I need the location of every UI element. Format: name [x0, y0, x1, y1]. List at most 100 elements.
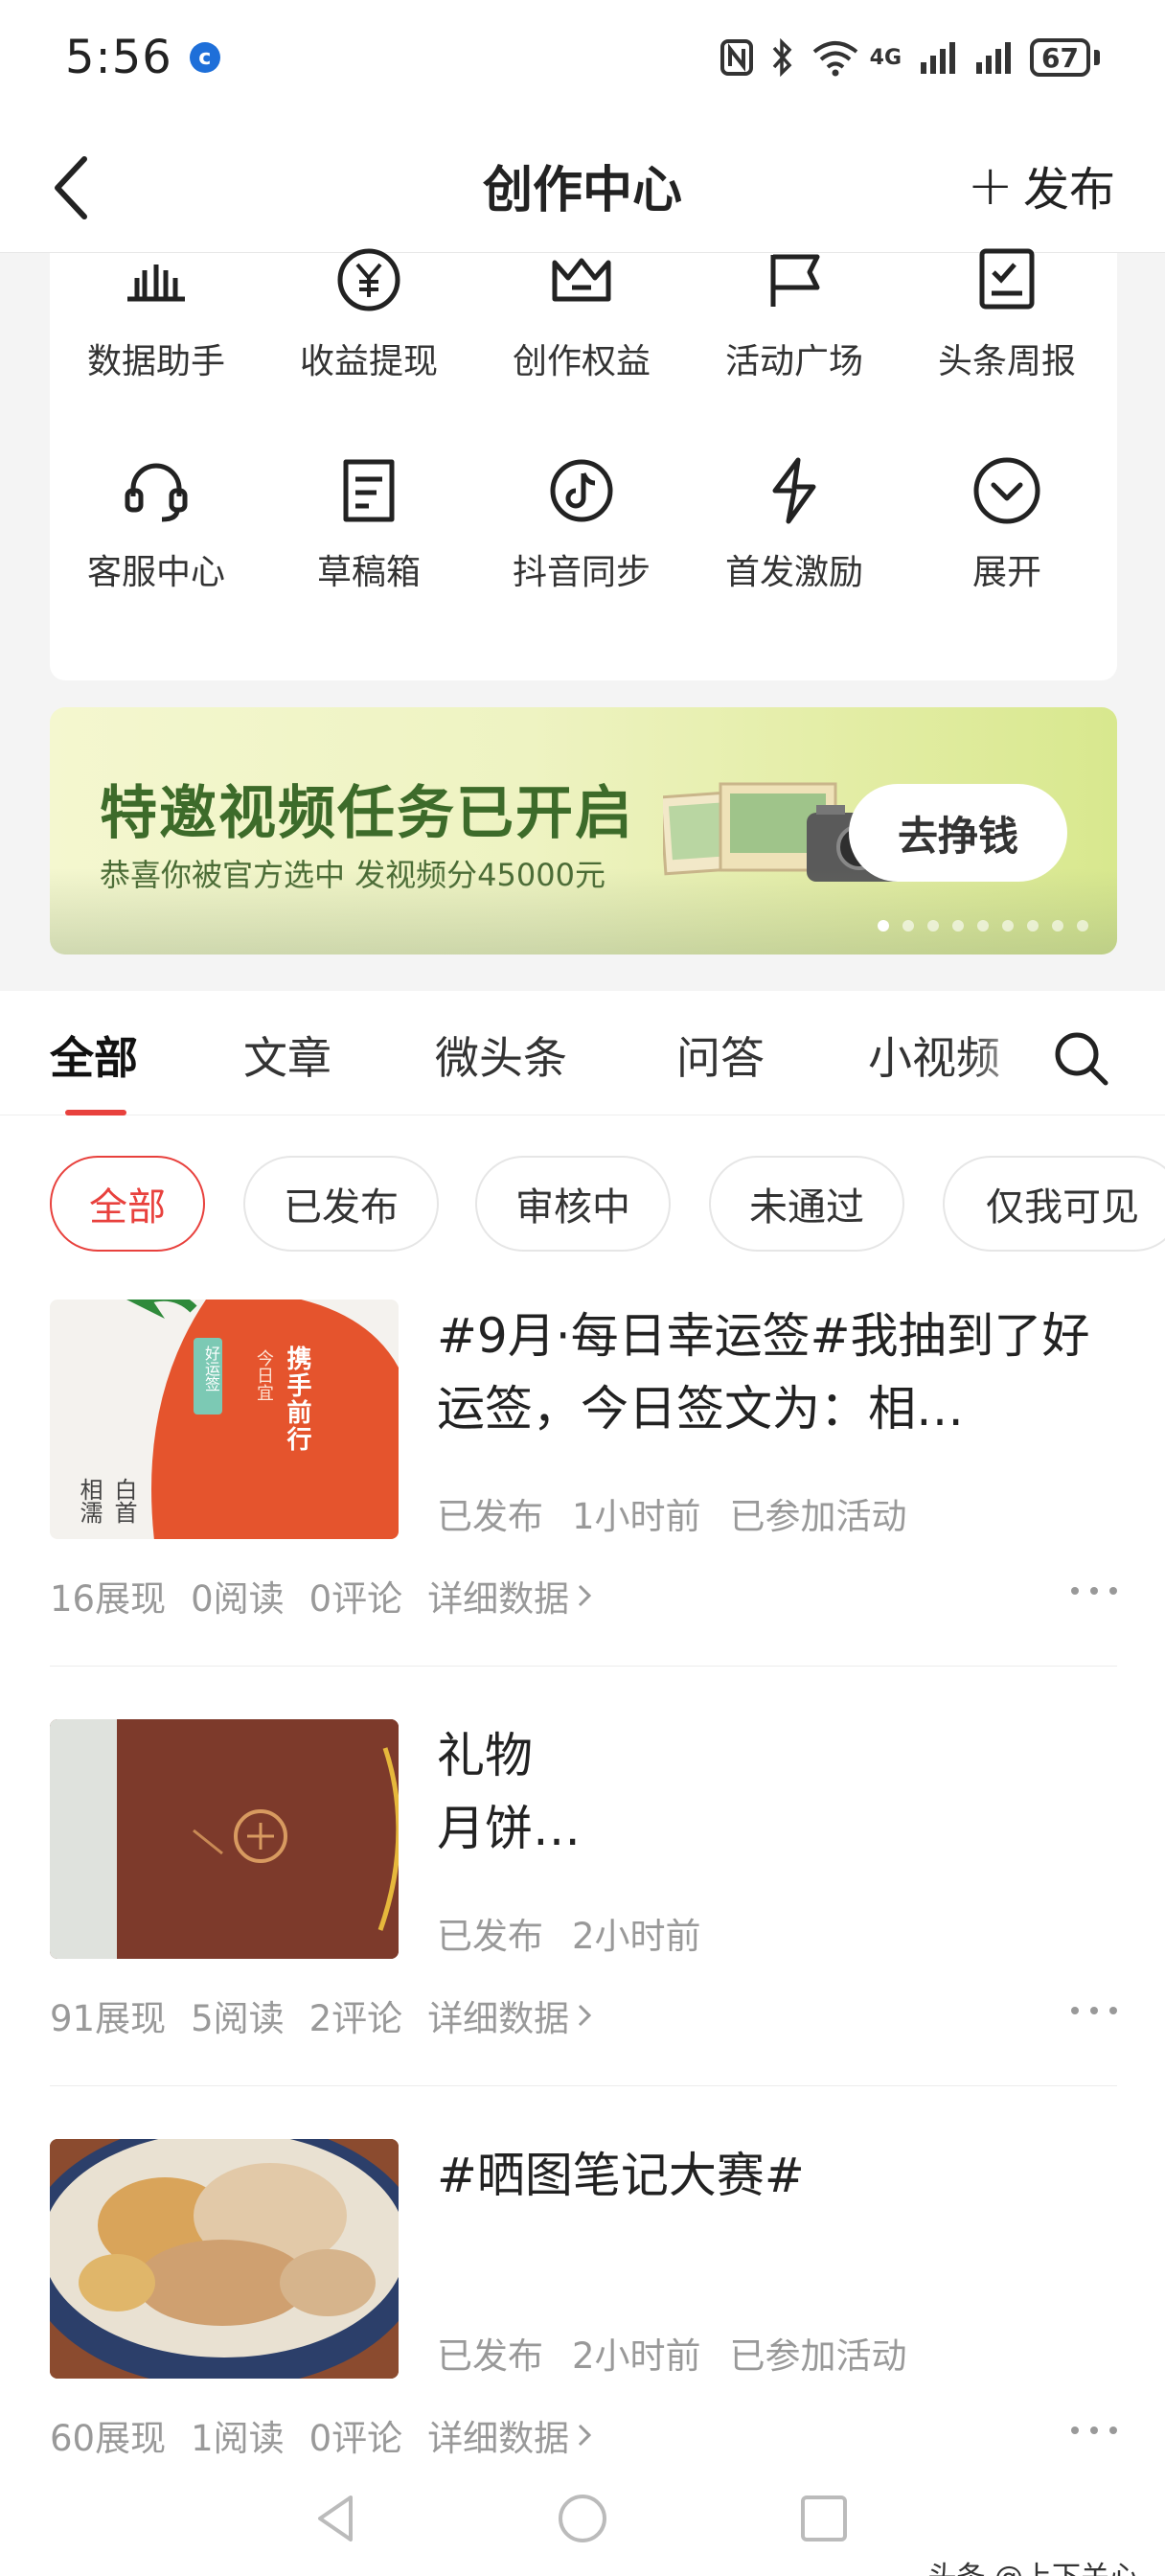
publish-label: 发布: [1022, 163, 1115, 217]
content-panel: 全部 文章 微头条 问答 小视频 全部 已发布 审核中 未通过 仅我可见 好运签…: [0, 991, 1165, 2576]
tool-customer-service[interactable]: 客服中心: [50, 454, 263, 594]
sign-corner-a: 白首: [110, 1478, 137, 1524]
divider: [50, 2085, 1117, 2086]
banner-subtitle: 恭喜你被官方选中 发视频分45000元: [100, 857, 605, 893]
detail-data-link[interactable]: 详细数据: [427, 1990, 592, 2041]
detail-data-link[interactable]: 详细数据: [427, 2409, 592, 2461]
filter-all[interactable]: 全部: [50, 1156, 205, 1252]
publish-button[interactable]: + 发布: [967, 151, 1115, 218]
tool-douyin-sync[interactable]: 抖音同步: [475, 454, 688, 594]
post-title: #9月·每日幸运签#我抽到了好运签，今日签文为：相…: [437, 1308, 1090, 1437]
filter-under-review[interactable]: 审核中: [475, 1156, 671, 1252]
bluetooth-icon: [772, 38, 792, 77]
plus-icon: +: [967, 152, 1014, 218]
post-title: #晒图笔记大赛#: [437, 2148, 805, 2203]
watermark: 头条 @上下关心: [927, 2553, 1138, 2576]
tool-label: 收益提现: [299, 342, 438, 381]
post-reads: 1阅读: [191, 2418, 285, 2459]
tool-label: 头条周报: [937, 342, 1076, 381]
flag-icon: [770, 254, 820, 307]
tab-micro-posts[interactable]: 微头条: [435, 1024, 567, 1087]
post-time: 2小时前: [572, 1916, 701, 1957]
promo-banner[interactable]: 特邀视频任务已开启 恭喜你被官方选中 发视频分45000元 去挣钱: [50, 707, 1117, 954]
tool-label: 展开: [971, 553, 1041, 592]
filter-published[interactable]: 已发布: [243, 1156, 439, 1252]
tool-creator-rights[interactable]: 创作权益: [475, 243, 688, 383]
chevron-right-icon: [579, 2424, 592, 2447]
header: 创作中心 + 发布: [0, 115, 1165, 253]
signal-icon: [921, 42, 956, 74]
tab-qa[interactable]: 问答: [676, 1024, 765, 1087]
draft-icon: [343, 459, 395, 522]
post-status: 已发布: [437, 1496, 543, 1537]
tool-label: 客服中心: [86, 553, 225, 592]
banner-dot: [902, 920, 914, 932]
tool-label: 抖音同步: [512, 553, 651, 592]
tool-label: 草稿箱: [316, 553, 421, 592]
tool-label: 创作权益: [512, 342, 651, 381]
earn-money-button[interactable]: 去挣钱: [849, 784, 1067, 882]
banner-dot: [927, 920, 939, 932]
post-views: 91展现: [50, 1998, 167, 2039]
post-views: 16展现: [50, 1578, 167, 1620]
signal-icon-2: [976, 42, 1012, 74]
tool-data-assistant[interactable]: 数据助手: [50, 243, 263, 383]
tool-first-release[interactable]: 首发激励: [688, 454, 901, 594]
mooncake-gift-box-image: [50, 1719, 399, 1959]
nav-recents-icon[interactable]: [795, 2490, 853, 2547]
post-title: 礼物 月饼…: [437, 1728, 581, 1856]
food-dish-image: [50, 2139, 399, 2379]
sign-phrase: 携手前行: [283, 1346, 311, 1453]
tool-drafts[interactable]: 草稿箱: [263, 454, 475, 594]
report-icon: [979, 248, 1035, 310]
tab-articles[interactable]: 文章: [243, 1024, 331, 1087]
more-options-icon[interactable]: [1071, 1574, 1117, 1608]
banner-pagination: [878, 920, 1088, 932]
detail-data-label: 详细数据: [427, 1998, 570, 2039]
post-meta: 已发布 2小时前: [437, 1907, 701, 1959]
tool-earnings[interactable]: 收益提现: [263, 243, 475, 383]
network-type-label: 4G: [869, 45, 902, 70]
tools-card: 数据助手 收益提现 创作权益 活动广场 头条周报 客服中心 草稿箱 抖音同步 首…: [50, 248, 1117, 680]
post-status: 已发布: [437, 1916, 543, 1957]
banner-title: 特邀视频任务已开启: [100, 780, 634, 847]
tool-weekly-report[interactable]: 头条周报: [901, 243, 1113, 383]
post-stats: 16展现 0阅读 0评论 详细数据: [50, 1570, 592, 1622]
post-meta: 已发布 2小时前 已参加活动: [437, 2327, 907, 2379]
search-icon[interactable]: [1050, 1027, 1111, 1089]
post-thumbnail: [50, 1719, 399, 1959]
post-views: 60展现: [50, 2418, 167, 2459]
douyin-icon: [550, 459, 613, 522]
nav-back-icon[interactable]: [308, 2490, 366, 2547]
post-reads: 0阅读: [191, 1578, 285, 1620]
filter-rejected[interactable]: 未通过: [709, 1156, 904, 1252]
tab-all[interactable]: 全部: [50, 1024, 138, 1087]
more-options-icon[interactable]: [1071, 1993, 1117, 2028]
sign-day: 今日宜: [254, 1349, 274, 1401]
status-indicators: 4G 67: [720, 38, 1100, 77]
post-activity: 已参加活动: [729, 1496, 907, 1537]
headset-icon: [125, 463, 188, 522]
post-status: 已发布: [437, 2335, 543, 2377]
wifi-icon: [812, 41, 857, 77]
lightning-icon: [772, 457, 816, 524]
more-options-icon[interactable]: [1071, 2413, 1117, 2448]
post-stats: 60展现 1阅读 0评论 详细数据: [50, 2409, 592, 2461]
tool-expand[interactable]: 展开: [901, 454, 1113, 594]
post-comments: 0评论: [308, 1578, 403, 1620]
tool-activity-square[interactable]: 活动广场: [688, 243, 901, 383]
post-stats: 91展现 5阅读 2评论 详细数据: [50, 1990, 592, 2041]
detail-data-link[interactable]: 详细数据: [427, 1570, 592, 1622]
battery-tip: [1094, 50, 1100, 65]
status-bar: 5:56 c 4G 67: [0, 0, 1165, 115]
banner-dot: [1077, 920, 1088, 932]
filter-private[interactable]: 仅我可见: [943, 1156, 1165, 1252]
post-comments: 2评论: [308, 1998, 403, 2039]
chevron-down-icon: [973, 457, 1040, 524]
battery-icon: 67: [1030, 38, 1090, 77]
tool-label: 首发激励: [724, 553, 863, 592]
nav-home-icon[interactable]: [554, 2490, 611, 2547]
status-time: 5:56: [65, 31, 172, 84]
post-time: 2小时前: [572, 2335, 701, 2377]
post-reads: 5阅读: [191, 1998, 285, 2039]
